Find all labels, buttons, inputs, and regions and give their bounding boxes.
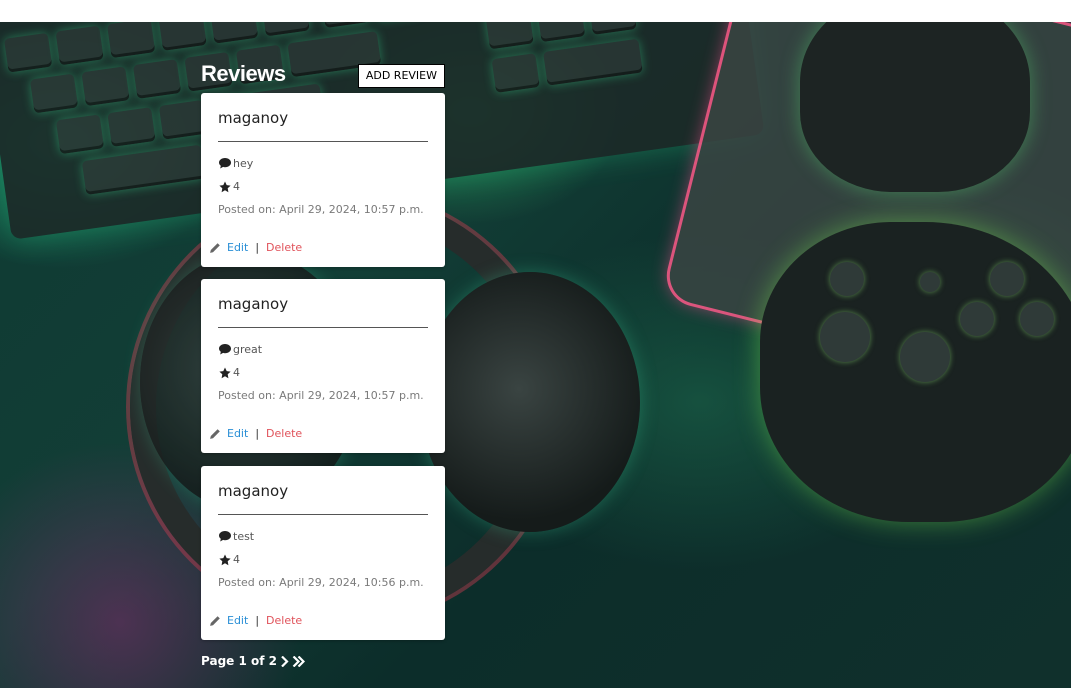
review-rating: 4 (233, 553, 240, 566)
divider (218, 514, 428, 515)
mouse-graphic (800, 22, 1030, 192)
review-comment: great (233, 343, 263, 356)
reviews-header: Reviews ADD REVIEW (201, 59, 445, 91)
review-author: maganoy (218, 109, 289, 127)
review-comment-row: hey (218, 157, 253, 170)
comment-icon (218, 344, 232, 355)
edit-link[interactable]: Edit (227, 614, 248, 627)
review-card: maganoy hey 4 Posted on: April 29, 2024,… (201, 93, 445, 267)
double-chevron-right-icon[interactable] (292, 655, 305, 667)
review-author: maganoy (218, 295, 289, 313)
pencil-icon (208, 615, 222, 627)
review-actions: Edit | Delete (208, 427, 302, 440)
page-title: Reviews (201, 61, 286, 86)
divider (218, 141, 428, 142)
review-author: maganoy (218, 482, 289, 500)
review-comment-row: great (218, 343, 262, 356)
review-actions: Edit | Delete (208, 241, 302, 254)
review-card: maganoy great 4 Posted on: April 29, 202… (201, 279, 445, 453)
review-comment: hey (233, 157, 254, 170)
edit-link[interactable]: Edit (227, 241, 248, 254)
review-comment: test (233, 530, 255, 543)
star-icon (218, 367, 232, 379)
divider (218, 327, 428, 328)
review-rating-row: 4 (218, 180, 240, 193)
pagination: Page 1 of 2 (201, 652, 305, 670)
review-timestamp: Posted on: April 29, 2024, 10:57 p.m. (218, 389, 424, 402)
link-separator: | (255, 614, 260, 627)
link-separator: | (255, 427, 260, 440)
pencil-icon (208, 428, 222, 440)
page-indicator: Page 1 of 2 (201, 654, 277, 668)
top-navbar (0, 0, 1071, 22)
delete-link[interactable]: Delete (266, 614, 302, 627)
delete-link[interactable]: Delete (266, 241, 302, 254)
star-icon (218, 181, 232, 193)
pencil-icon (208, 242, 222, 254)
add-review-button[interactable]: ADD REVIEW (357, 64, 445, 88)
review-timestamp: Posted on: April 29, 2024, 10:57 p.m. (218, 203, 424, 216)
controller-graphic (760, 222, 1071, 522)
review-timestamp: Posted on: April 29, 2024, 10:56 p.m. (218, 576, 424, 589)
review-rating: 4 (233, 180, 240, 193)
comment-icon (218, 158, 232, 169)
link-separator: | (255, 241, 260, 254)
comment-icon (218, 531, 232, 542)
headphone-earcup (420, 272, 640, 532)
review-actions: Edit | Delete (208, 614, 302, 627)
review-comment-row: test (218, 530, 254, 543)
edit-link[interactable]: Edit (227, 427, 248, 440)
review-card: maganoy test 4 Posted on: April 29, 2024… (201, 466, 445, 640)
review-rating-row: 4 (218, 366, 240, 379)
review-rating: 4 (233, 366, 240, 379)
review-rating-row: 4 (218, 553, 240, 566)
background-image (0, 22, 1071, 688)
chevron-right-icon[interactable] (280, 655, 289, 667)
star-icon (218, 554, 232, 566)
delete-link[interactable]: Delete (266, 427, 302, 440)
